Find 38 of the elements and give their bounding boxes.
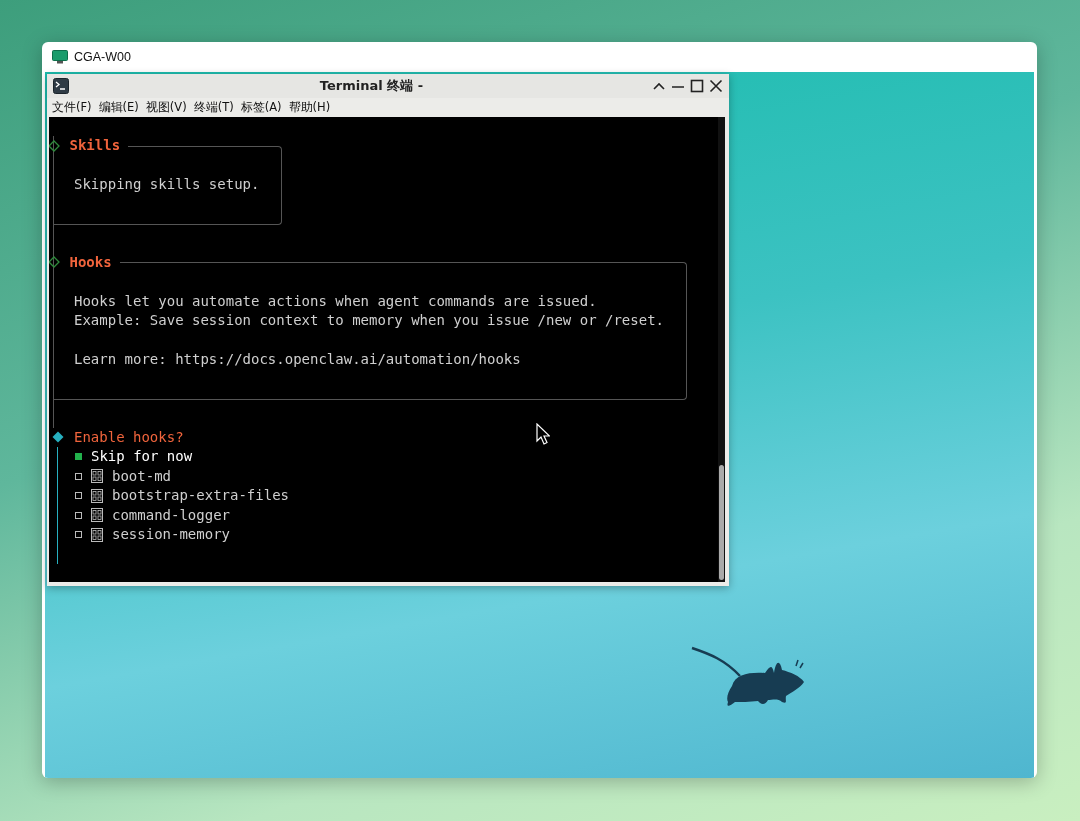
terminal-text: Example: Save session context to memory when you issue /new or /reset. (74, 311, 664, 330)
terminal-text: Skipping skills setup. (74, 175, 260, 194)
maximize-icon[interactable] (690, 79, 704, 93)
checkbox[interactable] (75, 531, 82, 539)
prompt-question: Enable hooks? (74, 427, 184, 447)
mouse-pointer-icon (536, 423, 550, 445)
diamond-icon (49, 256, 60, 269)
hook-option[interactable]: command-logger (75, 505, 230, 525)
checkbox[interactable] (75, 511, 82, 519)
glyph-box-icon (91, 469, 103, 484)
diamond-icon (52, 431, 64, 444)
hook-option[interactable]: session-memory (75, 525, 230, 545)
terminal-text: Hooks let you automate actions when agent commands are issued. (74, 291, 598, 311)
hook-option[interactable]: boot-md (75, 466, 171, 486)
hook-option[interactable]: bootstrap-extra-files (75, 486, 289, 506)
menu-item[interactable]: 文件(F) (52, 100, 92, 115)
checkbox[interactable] (75, 492, 82, 500)
terminal-text: Learn more: https://docs.openclaw.ai/automation/hooks (74, 350, 522, 369)
section-title: Skills (69, 136, 121, 155)
menu-item[interactable]: 帮助(H) (288, 100, 331, 115)
menu-item[interactable]: 标签(A) (240, 100, 282, 115)
diamond-icon (49, 139, 60, 152)
terminal-icon (53, 78, 69, 94)
window-title: Terminal 终端 - (318, 77, 425, 95)
menu-item[interactable]: 视图(V) (145, 100, 187, 115)
monitor-icon (52, 50, 68, 64)
menu-item[interactable]: 终端(T) (193, 100, 234, 115)
glyph-box-icon (91, 508, 103, 523)
hook-option[interactable]: Skip for now (75, 447, 193, 467)
glyph-box-icon (91, 488, 103, 503)
glyph-box-icon (91, 527, 103, 542)
close-icon[interactable] (709, 79, 723, 93)
scrollbar[interactable] (718, 117, 725, 582)
section-title: Hooks (69, 252, 112, 272)
window-title: CGA-W00 (74, 50, 131, 64)
checkbox[interactable] (75, 453, 82, 461)
menu-item[interactable]: 编辑(E) (98, 100, 139, 115)
checkbox[interactable] (75, 472, 82, 480)
